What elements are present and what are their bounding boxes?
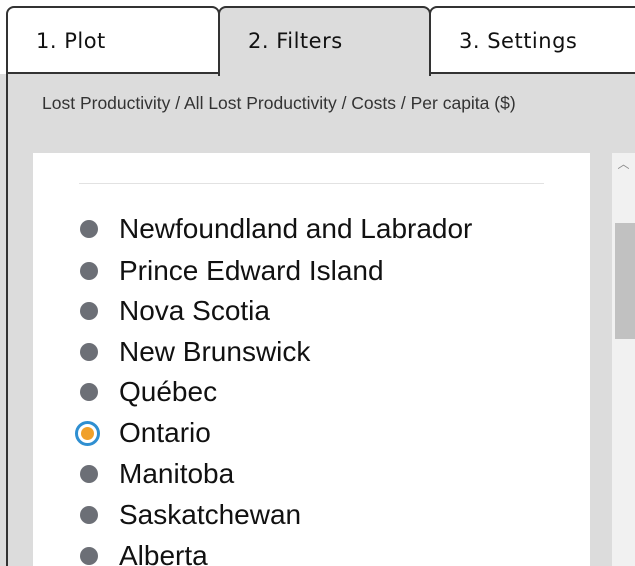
bullet-dot-icon — [80, 465, 98, 483]
chevron-up-icon[interactable]: ︿ — [612, 153, 635, 175]
region-option-label: Newfoundland and Labrador — [119, 213, 473, 244]
region-option-prince-edward-island[interactable]: Prince Edward Island — [33, 252, 590, 292]
scrollbar-thumb[interactable] — [615, 223, 635, 339]
filters-panel: Lost Productivity / All Lost Productivit… — [0, 74, 635, 566]
tab-settings[interactable]: 3. Settings — [429, 6, 635, 74]
tab-plot-label: 1. Plot — [36, 29, 106, 53]
app-window: 1. Plot 2. Filters 3. Settings Lost Prod… — [0, 0, 635, 566]
region-option-newfoundland-and-labrador[interactable]: Newfoundland and Labrador — [33, 210, 590, 250]
region-option-label: New Brunswick — [119, 336, 311, 367]
panel-border — [6, 74, 8, 566]
bullet-dot-icon — [80, 302, 98, 320]
region-option-label: Prince Edward Island — [119, 255, 384, 286]
list-scrollbar[interactable]: ︿ — [612, 153, 635, 566]
tab-settings-label: 3. Settings — [459, 29, 578, 53]
tab-filters-label: 2. Filters — [248, 29, 343, 53]
region-option-label: Manitoba — [119, 458, 235, 489]
list-divider — [79, 183, 544, 184]
tab-bar: 1. Plot 2. Filters 3. Settings — [0, 0, 635, 76]
tab-plot[interactable]: 1. Plot — [6, 6, 220, 74]
bullet-dot-icon — [80, 547, 98, 565]
bullet-dot-icon — [80, 220, 98, 238]
bullet-dot-icon — [80, 262, 98, 280]
bullet-dot-icon — [80, 383, 98, 401]
region-option-saskatchewan[interactable]: Saskatchewan — [33, 496, 590, 536]
region-option-alberta[interactable]: Alberta — [33, 537, 590, 566]
region-option-label: Saskatchewan — [119, 499, 302, 530]
breadcrumb: Lost Productivity / All Lost Productivit… — [42, 93, 516, 113]
region-option-label: Alberta — [119, 540, 208, 566]
region-option-label: Ontario — [119, 417, 211, 448]
bullet-dot-icon — [80, 343, 98, 361]
tab-filters[interactable]: 2. Filters — [218, 6, 431, 76]
region-option-new-brunswick[interactable]: New Brunswick — [33, 333, 590, 373]
region-list: Newfoundland and Labrador Prince Edward … — [33, 153, 590, 566]
region-option-ontario[interactable]: Ontario — [33, 414, 590, 454]
region-option-nova-scotia[interactable]: Nova Scotia — [33, 292, 590, 332]
region-option-manitoba[interactable]: Manitoba — [33, 455, 590, 495]
region-option-label: Nova Scotia — [119, 295, 270, 326]
region-option-quebec[interactable]: Québec — [33, 373, 590, 413]
bullet-dot-icon — [80, 506, 98, 524]
region-option-label: Québec — [119, 376, 218, 407]
radio-selected-icon — [75, 421, 100, 446]
